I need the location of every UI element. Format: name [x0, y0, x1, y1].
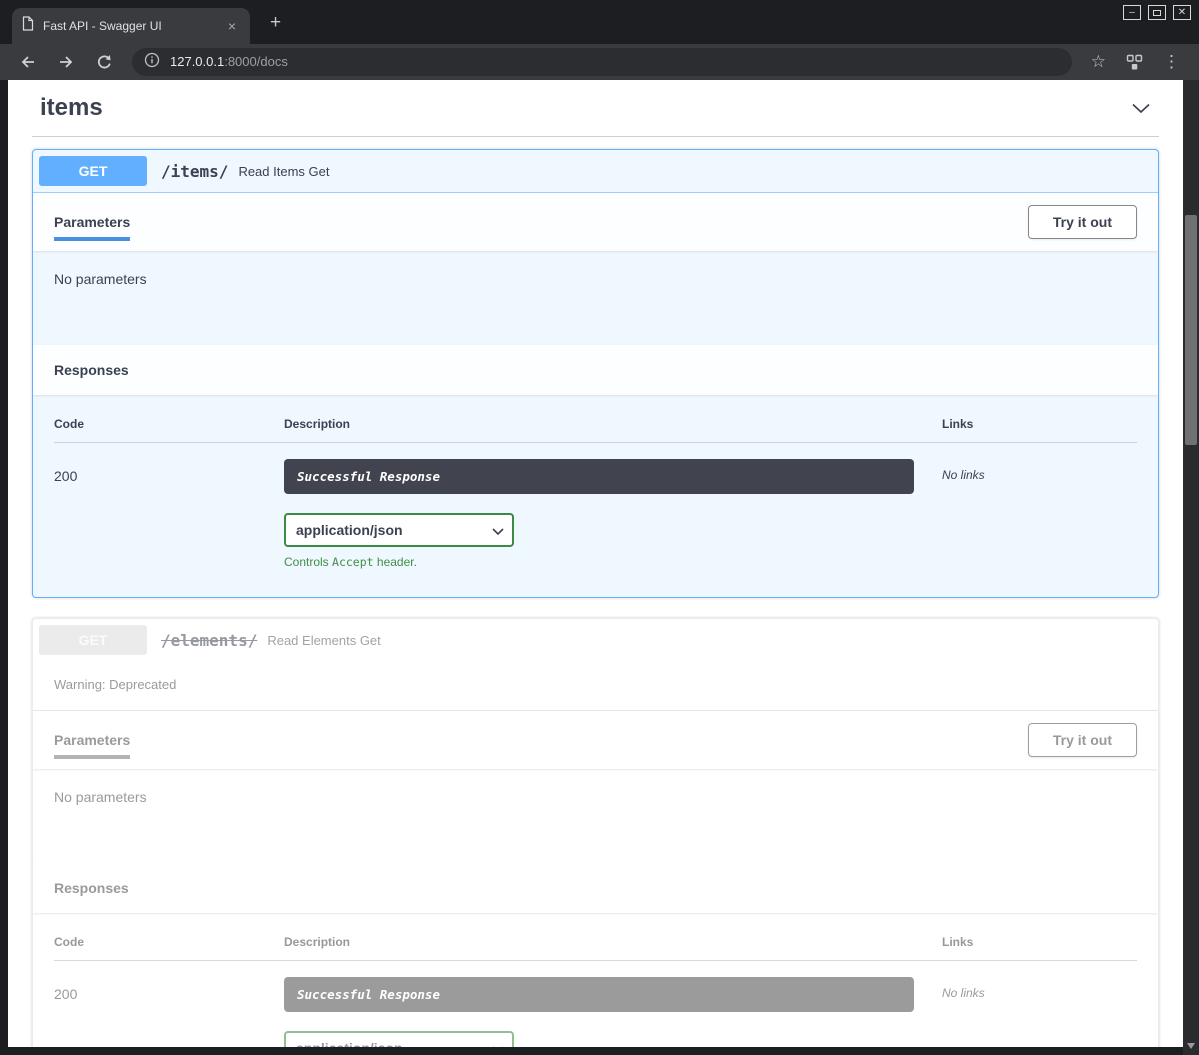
tab-parameters[interactable]: Parameters: [54, 214, 130, 230]
column-header-code: Code: [54, 417, 284, 431]
operation-summary[interactable]: GET /elements/ Read Elements Get: [33, 619, 1158, 661]
links-value: No links: [942, 459, 1137, 482]
section-header-items[interactable]: items: [32, 84, 1159, 137]
column-header-code: Code: [54, 935, 284, 949]
chevron-down-icon[interactable]: [1131, 103, 1151, 114]
vertical-scrollbar[interactable]: [1183, 80, 1199, 1055]
address-bar[interactable]: 127.0.0.1:8000/docs: [132, 48, 1072, 76]
try-it-out-button[interactable]: Try it out: [1028, 723, 1137, 757]
column-header-links: Links: [942, 417, 1137, 431]
minimize-icon: –: [1129, 8, 1135, 18]
maximize-icon: [1153, 10, 1161, 16]
controls-accept-note: Controls Accept header.: [284, 555, 942, 569]
operation-path: /items/: [147, 162, 238, 181]
section-title: items: [40, 94, 103, 122]
operation-path: /elements/: [147, 631, 267, 650]
responses-heading: Responses: [54, 362, 129, 378]
page-icon: [22, 16, 34, 36]
column-header-description: Description: [284, 935, 942, 949]
back-icon: [19, 53, 37, 71]
tab-close-button[interactable]: ×: [224, 17, 240, 35]
no-parameters-text: No parameters: [33, 769, 1158, 863]
scrollbar-thumb[interactable]: [1185, 215, 1197, 445]
media-type-select[interactable]: application/json: [284, 513, 514, 547]
tab-parameters[interactable]: Parameters: [54, 732, 130, 748]
operation-get-elements-deprecated: GET /elements/ Read Elements Get Warning…: [32, 618, 1159, 1047]
back-button[interactable]: [12, 50, 44, 74]
url-text: 127.0.0.1:8000/docs: [170, 53, 288, 71]
forward-icon: [57, 53, 75, 71]
status-code: 200: [54, 977, 284, 1002]
operation-get-items: GET /items/ Read Items Get Parameters Tr…: [32, 149, 1159, 598]
url-path: :8000/docs: [224, 54, 288, 69]
window-controls: – ✕: [1123, 5, 1191, 20]
operation-summary[interactable]: GET /items/ Read Items Get: [33, 150, 1158, 193]
response-description: Successful Response: [284, 459, 914, 494]
new-tab-button[interactable]: +: [264, 10, 287, 36]
responses-heading: Responses: [54, 880, 129, 896]
responses-table: Code Description Links 200 Successful Re…: [33, 395, 1158, 597]
method-badge: GET: [39, 156, 147, 186]
column-header-description: Description: [284, 417, 942, 431]
tab-title: Fast API - Swagger UI: [43, 19, 215, 33]
close-icon: ✕: [1178, 8, 1186, 18]
browser-toolbar: 127.0.0.1:8000/docs ☆ ⋮: [0, 44, 1199, 80]
column-header-links: Links: [942, 935, 1137, 949]
responses-header: Responses: [33, 863, 1158, 913]
maximize-button[interactable]: [1148, 5, 1166, 20]
minimize-button[interactable]: –: [1123, 5, 1141, 20]
operation-summary-text: Read Items Get: [238, 164, 329, 179]
response-description: Successful Response: [284, 977, 914, 1012]
parameters-header: Parameters Try it out: [33, 711, 1158, 769]
media-type-select[interactable]: application/json: [284, 1031, 514, 1047]
url-host: 127.0.0.1: [170, 54, 224, 69]
responses-table: Code Description Links 200 Successful Re…: [33, 913, 1158, 1047]
parameters-header: Parameters Try it out: [33, 193, 1158, 251]
links-value: No links: [942, 977, 1137, 1000]
bookmark-star-button[interactable]: ☆: [1084, 50, 1113, 74]
reload-icon: [95, 53, 113, 71]
page-content: items GET /items/ Read Items Get Paramet…: [8, 80, 1183, 1047]
method-badge: GET: [39, 625, 147, 655]
try-it-out-button[interactable]: Try it out: [1028, 205, 1137, 239]
browser-tab[interactable]: Fast API - Swagger UI ×: [12, 8, 250, 44]
close-button[interactable]: ✕: [1173, 5, 1191, 20]
accept-header-code: Accept: [332, 555, 374, 569]
no-parameters-text: No parameters: [33, 251, 1158, 345]
reload-button[interactable]: [88, 50, 120, 74]
titlebar: Fast API - Swagger UI × + – ✕: [0, 0, 1199, 44]
forward-button[interactable]: [50, 50, 82, 74]
status-code: 200: [54, 459, 284, 484]
tab-groups-button[interactable]: [1119, 51, 1150, 74]
responses-header: Responses: [33, 345, 1158, 395]
table-row: 200 Successful Response application/json…: [54, 443, 1137, 569]
operation-summary-text: Read Elements Get: [267, 633, 380, 648]
browser-menu-button[interactable]: ⋮: [1156, 50, 1187, 74]
table-row: 200 Successful Response application/json…: [54, 961, 1137, 1047]
star-icon: ☆: [1091, 52, 1106, 71]
tab-groups-icon: [1126, 54, 1143, 71]
deprecated-warning: Warning: Deprecated: [33, 661, 1158, 711]
site-info-icon[interactable]: [144, 52, 160, 73]
kebab-menu-icon: ⋮: [1163, 52, 1180, 71]
scrollbar-down-arrow[interactable]: [1187, 1043, 1195, 1049]
